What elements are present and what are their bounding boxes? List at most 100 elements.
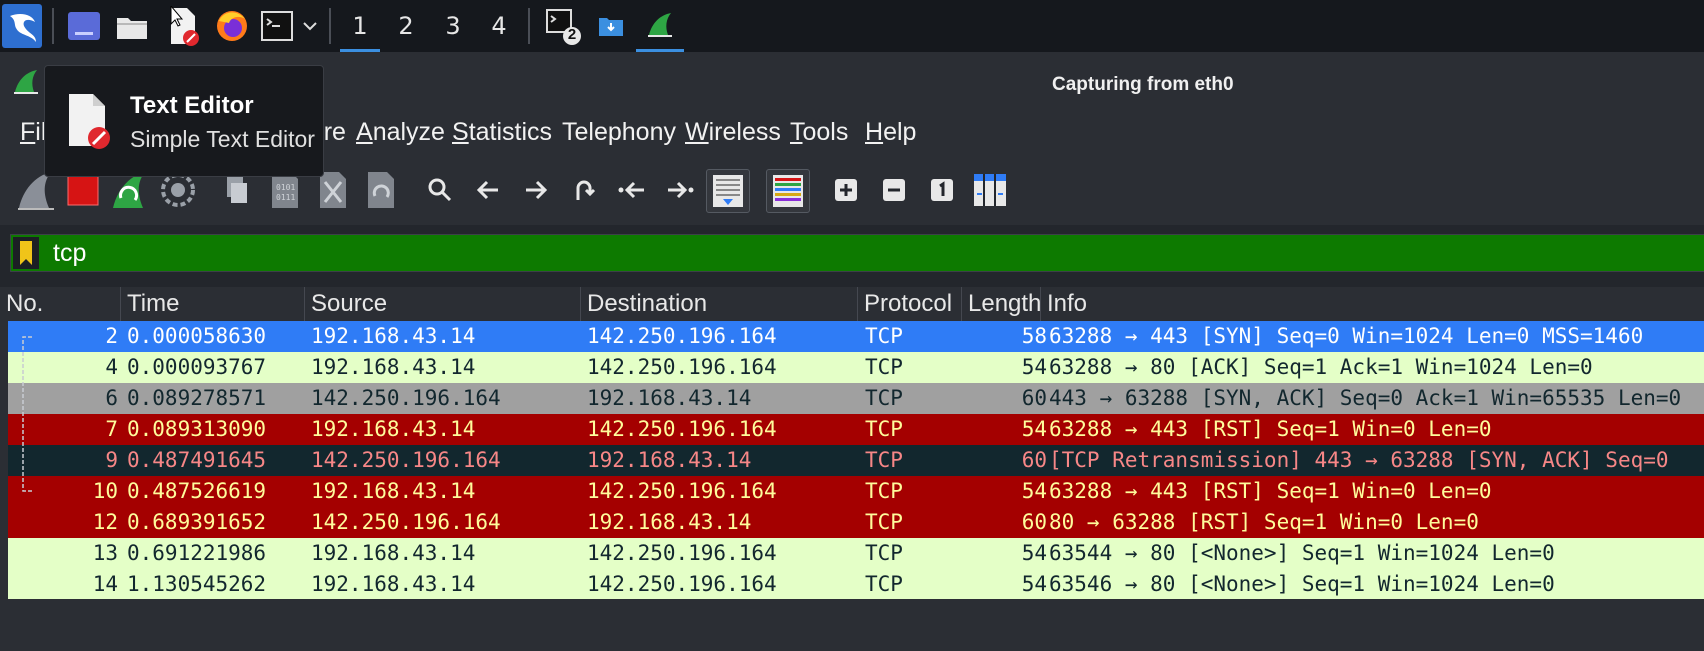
workspace-3[interactable]: 3 [433,0,473,52]
taskbar-separator [329,8,331,44]
menu-help[interactable]: Help [865,118,916,147]
resize-columns-icon [974,174,1006,206]
terminal-menu-dropdown[interactable] [298,0,322,52]
table-row[interactable]: 4 0.000093767 192.168.43.14 142.250.196.164… [8,352,1704,383]
workspace-4[interactable]: 4 [479,0,519,52]
menu-mnemonic: F [20,118,36,146]
kali-menu-button[interactable] [0,0,44,52]
kali-dragon-icon [2,4,42,48]
workspace-2[interactable]: 2 [386,0,426,52]
column-header-info[interactable]: Info [1041,287,1704,321]
autoscroll-icon [713,175,743,207]
packet-source: 142.250.196.164 [311,448,501,472]
menu-tools[interactable]: Tools [790,118,848,147]
colorize-button[interactable] [766,169,810,213]
packet-time: 0.487526619 [127,479,267,503]
packet-time: 1.130545262 [127,572,267,596]
menu-label: elp [883,118,917,146]
taskbar-separator [52,8,54,44]
column-header-source[interactable]: Source [305,287,581,321]
menu-mnemonic: A [356,118,373,146]
packet-time: 0.487491645 [127,448,267,472]
go-to-packet-button[interactable] [564,169,604,211]
firefox-button[interactable] [212,0,252,52]
table-row[interactable]: 13 0.691221986 192.168.43.14 142.250.196.16… [8,538,1704,569]
column-header-protocol[interactable]: Protocol [858,287,962,321]
packet-time: 0.000058630 [127,324,267,348]
menu-label: nalyze [372,118,445,146]
folder-download-icon [599,18,623,36]
packet-protocol: TCP [865,417,903,441]
packet-destination: 192.168.43.14 [587,448,752,472]
resize-columns-button[interactable] [970,169,1010,211]
terminal-window-group[interactable]: 2 [540,0,586,52]
window-count-badge: 2 [567,26,577,43]
show-desktop-icon [68,12,100,40]
menu-label: tatistics [468,118,553,146]
taskbar: 1 2 3 4 2 [0,0,1704,52]
packet-length: 60 [1021,510,1047,534]
colorize-icon [773,175,803,207]
folder-icon [117,18,147,39]
packet-length: 58 [1021,324,1047,348]
first-packet-icon [618,181,644,199]
workspace-1[interactable]: 1 [340,0,380,52]
normal-size-button[interactable] [922,169,962,211]
filter-bookmark-button[interactable] [13,237,39,269]
table-row[interactable]: 7 0.089313090 192.168.43.14 142.250.196.164… [8,414,1704,445]
wireshark-window[interactable] [636,0,684,52]
zoom-in-icon [835,179,857,201]
go-back-button[interactable] [468,169,508,211]
packet-protocol: TCP [865,448,903,472]
packet-length: 60 [1021,448,1047,472]
packet-time: 0.691221986 [127,541,267,565]
packet-info: 443 → 63288 [SYN, ACK] Seq=0 Ack=1 Win=6… [1049,386,1682,410]
go-forward-icon [526,180,548,200]
menu-wireless[interactable]: Wireless [685,118,781,147]
table-row[interactable]: 12 0.689391652 142.250.196.164 192.168.43.1… [8,507,1704,538]
column-header-length[interactable]: Length [962,287,1041,321]
packet-protocol: TCP [865,386,903,410]
menu-telephony[interactable]: Telephony [562,118,676,147]
packet-source: 142.250.196.164 [311,386,501,410]
zoom-in-button[interactable] [826,169,866,211]
menu-analyze[interactable]: Analyze [356,118,445,147]
find-packet-button[interactable] [420,169,460,211]
menu-statistics[interactable]: Statistics [452,118,552,147]
reload-file-button[interactable] [361,169,401,211]
packet-info: 63544 → 80 [<None>] Seq=1 Win=1024 Len=0 [1049,541,1555,565]
desktop-button[interactable] [64,0,104,52]
file-manager-window[interactable] [594,0,628,52]
autoscroll-button[interactable] [706,169,750,213]
menu-label: ireless [708,118,781,146]
table-row[interactable]: 10 0.487526619 192.168.43.14 142.250.196.16… [8,476,1704,507]
text-editor-icon [69,94,110,149]
go-forward-button[interactable] [516,169,556,211]
packet-info: 63288 → 443 [RST] Seq=1 Win=0 Len=0 [1049,479,1492,503]
packet-source: 192.168.43.14 [311,479,476,503]
file-manager-button[interactable] [112,0,152,52]
column-header-destination[interactable]: Destination [581,287,858,321]
launcher-tooltip: Text Editor Simple Text Editor [44,65,324,177]
text-editor-button[interactable] [162,0,202,52]
taskbar-separator [528,8,530,44]
packet-source: 192.168.43.14 [311,417,476,441]
table-row[interactable]: 9 0.487491645 142.250.196.164 192.168.43.14… [8,445,1704,476]
packet-info: 63288 → 443 [SYN] Seq=0 Win=1024 Len=0 M… [1049,324,1644,348]
normal-size-icon [931,179,953,201]
first-packet-button[interactable] [612,169,652,211]
packet-length: 54 [1021,479,1047,503]
terminal-button[interactable] [258,0,296,52]
conversation-bracket [22,336,32,492]
table-row[interactable]: 2 0.000058630 192.168.43.14 142.250.196.164… [8,321,1704,352]
packet-no: 12 [92,510,118,534]
table-row[interactable]: 14 1.130545262 192.168.43.14 142.250.196.16… [8,569,1704,600]
last-packet-button[interactable] [660,169,700,211]
table-row[interactable]: 6 0.089278571 142.250.196.164 192.168.43.14… [8,383,1704,414]
menu-mnemonic: H [865,118,884,146]
display-filter-input[interactable] [45,235,1695,271]
find-packet-icon [428,178,452,202]
zoom-out-button[interactable] [874,169,914,211]
column-header-time[interactable]: Time [121,287,305,321]
column-header-no[interactable]: No. [0,287,121,321]
